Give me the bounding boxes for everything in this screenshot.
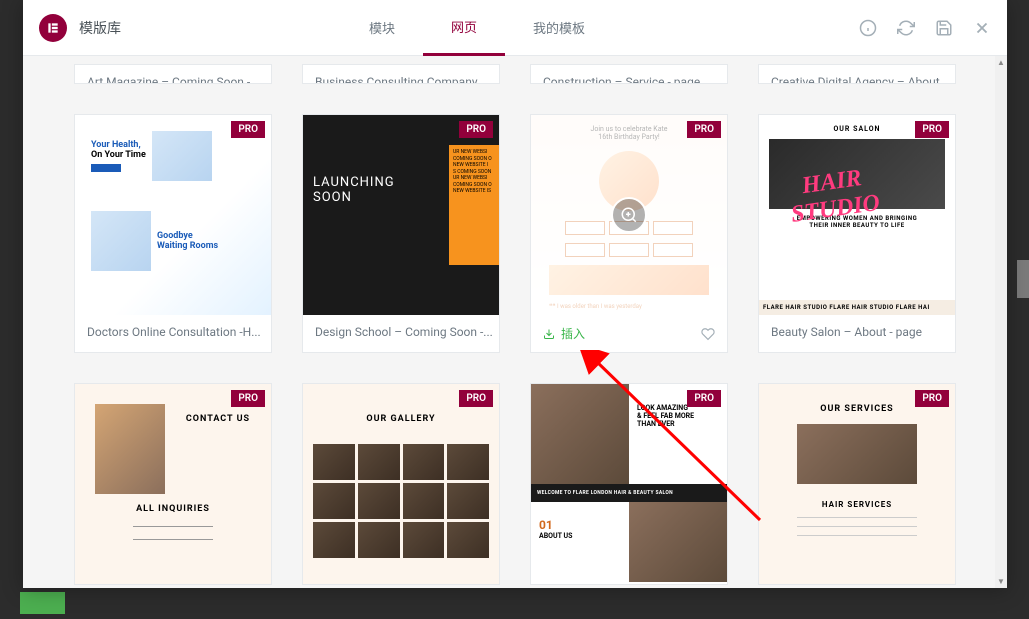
scrollbar[interactable]	[995, 56, 1007, 588]
thumb-marquee: FLARE HAIR STUDIO FLARE HAIR STUDIO FLAR…	[759, 300, 955, 315]
save-icon[interactable]	[935, 19, 953, 37]
template-card-services[interactable]: PRO OUR SERVICES HAIR SERVICES	[758, 383, 956, 585]
insert-button[interactable]: 插入	[543, 325, 585, 342]
favorite-icon[interactable]	[701, 327, 715, 341]
insert-label: 插入	[561, 325, 585, 342]
template-thumbnail: OUR SALON HAIR STUDIO EMPOWERING WOMEN A…	[759, 115, 955, 315]
header-actions	[859, 19, 991, 37]
pro-badge: PRO	[687, 121, 721, 138]
template-thumbnail: Your Health, On Your Time Goodbye Waitin…	[75, 115, 271, 315]
hover-overlay	[531, 115, 727, 315]
pro-badge: PRO	[459, 390, 493, 407]
thumb-text: WELCOME TO FLARE LONDON HAIR & BEAUTY SA…	[531, 484, 727, 502]
template-card-about[interactable]: PRO LOOK AMAZING & FEEL FAB MORE THAN EV…	[530, 383, 728, 585]
pro-badge: PRO	[231, 121, 265, 138]
template-card-birthday[interactable]: PRO Join us to celebrate Kate 16th Birth…	[530, 114, 728, 353]
thumb-text: ALL INQUIRIES	[85, 504, 261, 514]
thumb-text: 01	[539, 518, 621, 532]
thumb-text: ABOUT US	[539, 532, 621, 540]
pro-badge: PRO	[459, 121, 493, 138]
template-title: Creative Digital Agency – About...	[759, 65, 955, 84]
elementor-logo-icon	[39, 14, 67, 42]
template-title: Business Consulting Company ...	[303, 65, 499, 84]
thumb-text: OUR GALLERY	[313, 414, 489, 424]
header-tabs: 模块 网页 我的模板	[341, 0, 613, 56]
template-card-contact[interactable]: PRO CONTACT US ALL INQUIRIES	[74, 383, 272, 585]
template-card-doctors[interactable]: PRO Your Health, On Your Time	[74, 114, 272, 353]
tab-my-templates[interactable]: 我的模板	[505, 0, 613, 56]
modal-header: 模版库 模块 网页 我的模板	[23, 0, 1007, 56]
template-grid: Art Magazine – Coming Soon - ... Busines…	[63, 64, 967, 585]
template-library-modal: 模版库 模块 网页 我的模板 Art Magazine – Coming Soo…	[23, 0, 1007, 588]
template-hover-footer: 插入	[531, 315, 727, 352]
magnify-icon[interactable]	[611, 197, 647, 233]
info-icon[interactable]	[859, 19, 877, 37]
template-card[interactable]: Creative Digital Agency – About...	[758, 64, 956, 84]
template-card[interactable]: Business Consulting Company ...	[302, 64, 500, 84]
thumb-text: HAIR SERVICES	[769, 500, 945, 509]
background-publish-button	[20, 592, 65, 614]
template-card[interactable]: Art Magazine – Coming Soon - ...	[74, 64, 272, 84]
thumb-text: Your Health,	[91, 140, 146, 150]
pro-badge: PRO	[687, 390, 721, 407]
template-grid-container: Art Magazine – Coming Soon - ... Busines…	[23, 56, 1007, 588]
download-icon	[543, 328, 555, 340]
template-card-gallery[interactable]: PRO OUR GALLERY	[302, 383, 500, 585]
pro-badge: PRO	[915, 390, 949, 407]
template-title: Art Magazine – Coming Soon - ...	[75, 65, 271, 84]
template-title: Doctors Online Consultation -H...	[75, 315, 271, 349]
template-thumbnail: OUR SERVICES HAIR SERVICES	[759, 384, 955, 584]
template-thumbnail: Join us to celebrate Kate 16th Birthday …	[531, 115, 727, 315]
template-title: Construction – Service - page	[531, 65, 727, 84]
pro-badge: PRO	[915, 121, 949, 138]
template-title: Beauty Salon – About - page	[759, 315, 955, 349]
modal-title: 模版库	[79, 18, 121, 38]
tab-pages[interactable]: 网页	[423, 0, 505, 56]
background-scrollbar-thumb	[1017, 260, 1029, 298]
refresh-icon[interactable]	[897, 19, 915, 37]
template-thumbnail: OUR GALLERY	[303, 384, 499, 584]
thumb-text: UR NEW WEBSI COMING SOON O NEW WEBSITE I…	[449, 145, 499, 265]
pro-badge: PRO	[231, 390, 265, 407]
thumb-text: On Your Time	[91, 150, 146, 160]
template-thumbnail: LAUNCHING SOON UR NEW WEBSI COMING SOON …	[303, 115, 499, 315]
thumb-text: LOOK AMAZING & FEEL FAB MORE THAN EVER	[637, 404, 719, 428]
close-icon[interactable]	[973, 19, 991, 37]
template-title: Design School – Coming Soon -...	[303, 315, 499, 349]
template-card[interactable]: Construction – Service - page	[530, 64, 728, 84]
template-thumbnail: CONTACT US ALL INQUIRIES	[75, 384, 271, 584]
thumb-text: Goodbye Waiting Rooms	[157, 231, 218, 251]
template-thumbnail: LOOK AMAZING & FEEL FAB MORE THAN EVER W…	[531, 384, 727, 584]
template-card-beauty-salon[interactable]: PRO OUR SALON HAIR STUDIO EMPOWERING WOM…	[758, 114, 956, 353]
tab-blocks[interactable]: 模块	[341, 0, 423, 56]
template-card-design-school[interactable]: PRO LAUNCHING SOON UR NEW WEBSI COMING S…	[302, 114, 500, 353]
